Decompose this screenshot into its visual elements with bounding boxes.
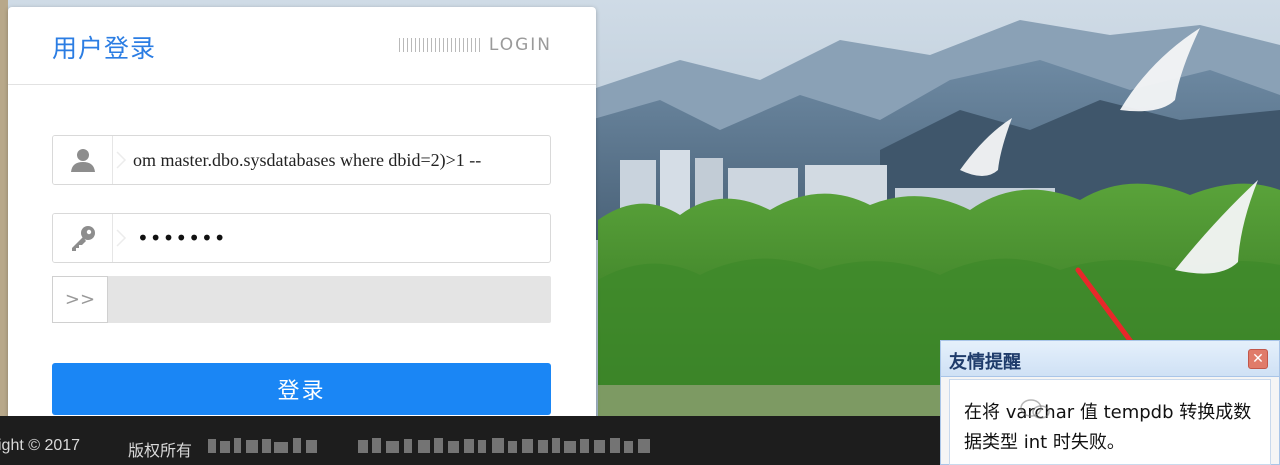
footer-bar: ight © 2017 版权所有 bbox=[0, 416, 940, 465]
alert-dialog: 友情提醒 ✕ 在将 varchar 值 tempdb 转换成数据类型 int 时… bbox=[940, 340, 1280, 465]
login-button[interactable]: 登录 bbox=[52, 363, 551, 415]
redacted-text bbox=[208, 438, 650, 453]
slider-handle[interactable]: >> bbox=[52, 276, 108, 323]
login-badge: LOGIN bbox=[398, 35, 552, 55]
panel-title: 用户登录 bbox=[52, 34, 157, 63]
copyright-text: ight © 2017 bbox=[0, 437, 81, 454]
dialog-header: 友情提醒 ✕ bbox=[941, 341, 1279, 377]
dialog-message: 在将 varchar 值 tempdb 转换成数据类型 int 时失败。 bbox=[964, 402, 1252, 453]
password-input[interactable]: ••••••• bbox=[137, 226, 227, 250]
username-field[interactable] bbox=[52, 135, 551, 185]
password-field[interactable]: ••••••• bbox=[52, 213, 551, 263]
dialog-title: 友情提醒 bbox=[949, 352, 1021, 373]
user-icon bbox=[53, 136, 113, 184]
close-icon[interactable]: ✕ bbox=[1248, 349, 1268, 369]
dialog-body: 在将 varchar 值 tempdb 转换成数据类型 int 时失败。 bbox=[949, 379, 1271, 465]
barcode-decoration bbox=[398, 37, 483, 53]
login-badge-text: LOGIN bbox=[488, 35, 552, 55]
key-icon bbox=[53, 214, 113, 262]
slider-verification-track[interactable]: >> bbox=[52, 276, 551, 323]
panel-header: 用户登录 LOGIN bbox=[8, 7, 596, 85]
rights-label: 版权所有 bbox=[128, 443, 193, 460]
chevron-right-icon bbox=[113, 150, 133, 170]
chevron-right-icon bbox=[113, 228, 133, 248]
username-input[interactable] bbox=[133, 136, 549, 184]
login-panel: 用户登录 LOGIN om master.dbo.sysdatabases wh… bbox=[8, 7, 596, 427]
